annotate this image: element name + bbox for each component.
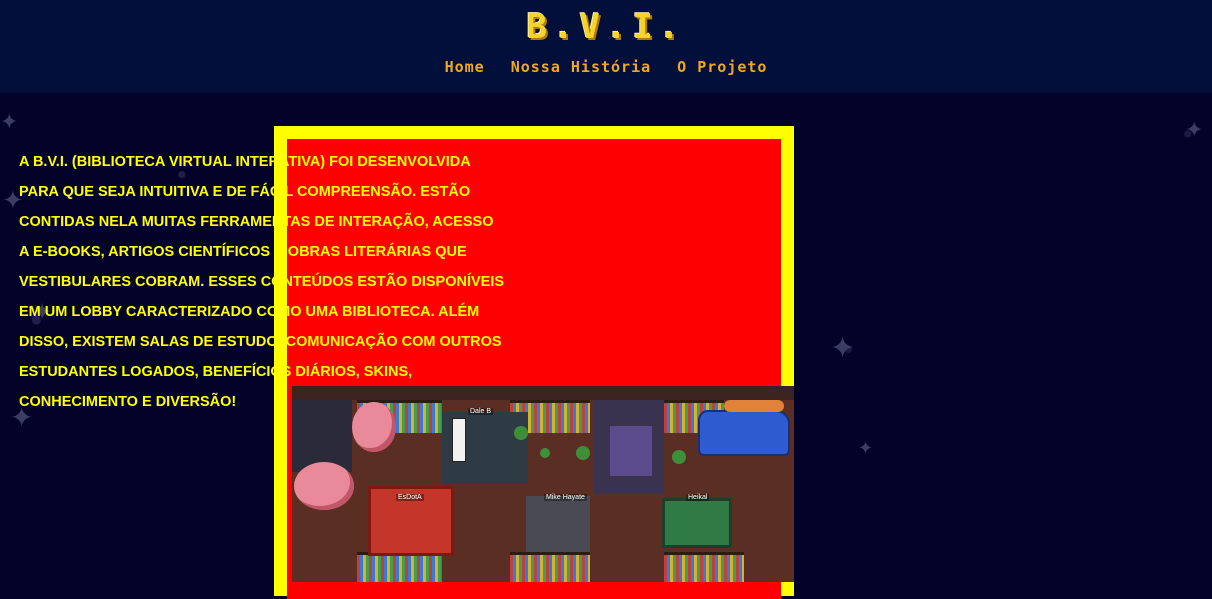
player-label: Heikal (686, 494, 710, 501)
star-icon: ✦ (858, 438, 874, 459)
star-icon: ✦ (1185, 118, 1204, 143)
nav-home-link[interactable]: Home (445, 58, 485, 76)
nav-history-link[interactable]: Nossa História (511, 58, 651, 76)
project-description: A B.V.I. (Biblioteca Virtual Interativa)… (19, 154, 505, 410)
star-icon: ✦ (830, 331, 856, 366)
game-screenshot: Dale B EsDotA Mike Hayate Heikal (292, 386, 794, 582)
site-header: B.V.I. Home Nossa História O Projeto (0, 0, 1212, 93)
player-label: EsDotA (396, 494, 424, 501)
main-nav: Home Nossa História O Projeto (0, 58, 1212, 76)
site-logo[interactable]: B.V.I. (0, 7, 1212, 47)
player-label: Mike Hayate (544, 494, 587, 501)
star-icon: ✦ (0, 110, 19, 135)
nav-project-link[interactable]: O Projeto (677, 58, 767, 76)
player-label: Dale B (468, 408, 494, 415)
